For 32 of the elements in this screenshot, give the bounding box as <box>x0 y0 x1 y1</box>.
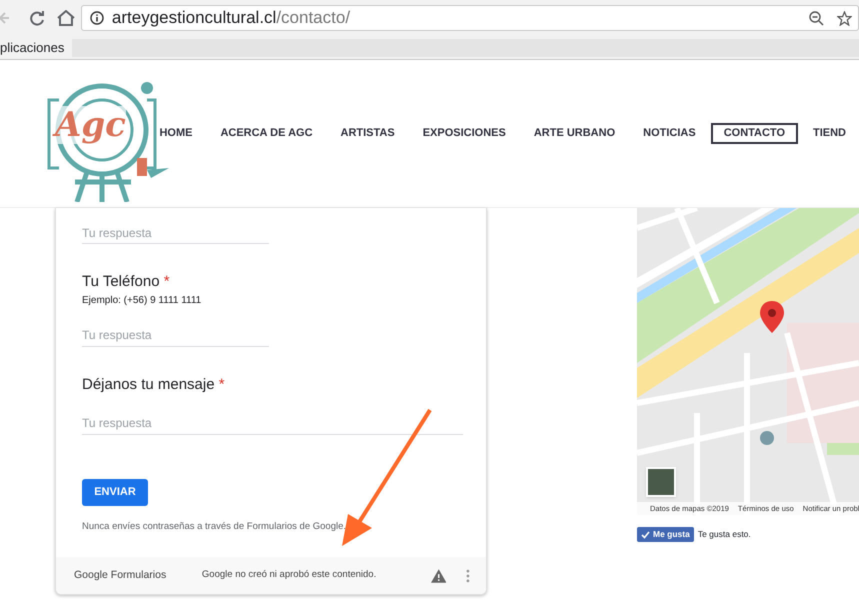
nav-link[interactable]: ACERCA DE AGC <box>207 123 326 144</box>
question-label: Tu Teléfono * <box>82 272 171 292</box>
nav-link[interactable]: TIEND <box>800 123 859 144</box>
more-icon[interactable] <box>466 568 470 582</box>
nav-link[interactable]: EXPOSICIONES <box>410 123 519 144</box>
brand-text: Google Formularios <box>74 568 168 583</box>
check-icon <box>641 530 650 538</box>
url-text: arteygestioncultural.cl/contacto/ <box>112 8 350 28</box>
like-text: Te gusta esto. <box>698 528 751 541</box>
question-hint: Ejemplo: (+56) 9 1111 1111 <box>82 294 202 307</box>
nav-link[interactable]: HOME <box>146 123 206 144</box>
disclaimer-text: Google no creó ni aprobó este contenido. <box>202 568 378 582</box>
address-bar[interactable]: arteygestioncultural.cl/contacto/ <box>80 5 859 31</box>
reload-icon[interactable] <box>28 10 45 26</box>
answer-field[interactable]: Tu respuesta <box>82 324 269 346</box>
info-icon[interactable] <box>90 11 104 25</box>
star-icon[interactable] <box>837 10 852 26</box>
nav-link[interactable]: ARTISTAS <box>328 123 408 144</box>
password-note: Nunca envíes contraseñas a través de Formularios de Google. <box>82 520 348 534</box>
nav-link[interactable]: NOTICIAS <box>630 123 709 144</box>
nav-link[interactable]: ARTE URBANO <box>520 123 628 144</box>
warning-icon[interactable] <box>430 568 446 582</box>
zoom-out-icon[interactable] <box>809 10 824 26</box>
satellite-toggle[interactable] <box>646 467 676 497</box>
question-label: Déjanos tu mensaje * <box>82 375 226 395</box>
submit-button[interactable]: ENVIAR <box>82 479 148 506</box>
like-button[interactable]: Me gusta <box>637 527 694 542</box>
answer-field[interactable]: Tu respuesta <box>82 222 269 244</box>
nav-link[interactable]: CONTACTO <box>710 123 798 144</box>
home-icon[interactable] <box>56 10 75 26</box>
bookmark-link[interactable]: plicaciones <box>0 38 72 58</box>
answer-field[interactable]: Tu respuesta <box>82 412 463 434</box>
